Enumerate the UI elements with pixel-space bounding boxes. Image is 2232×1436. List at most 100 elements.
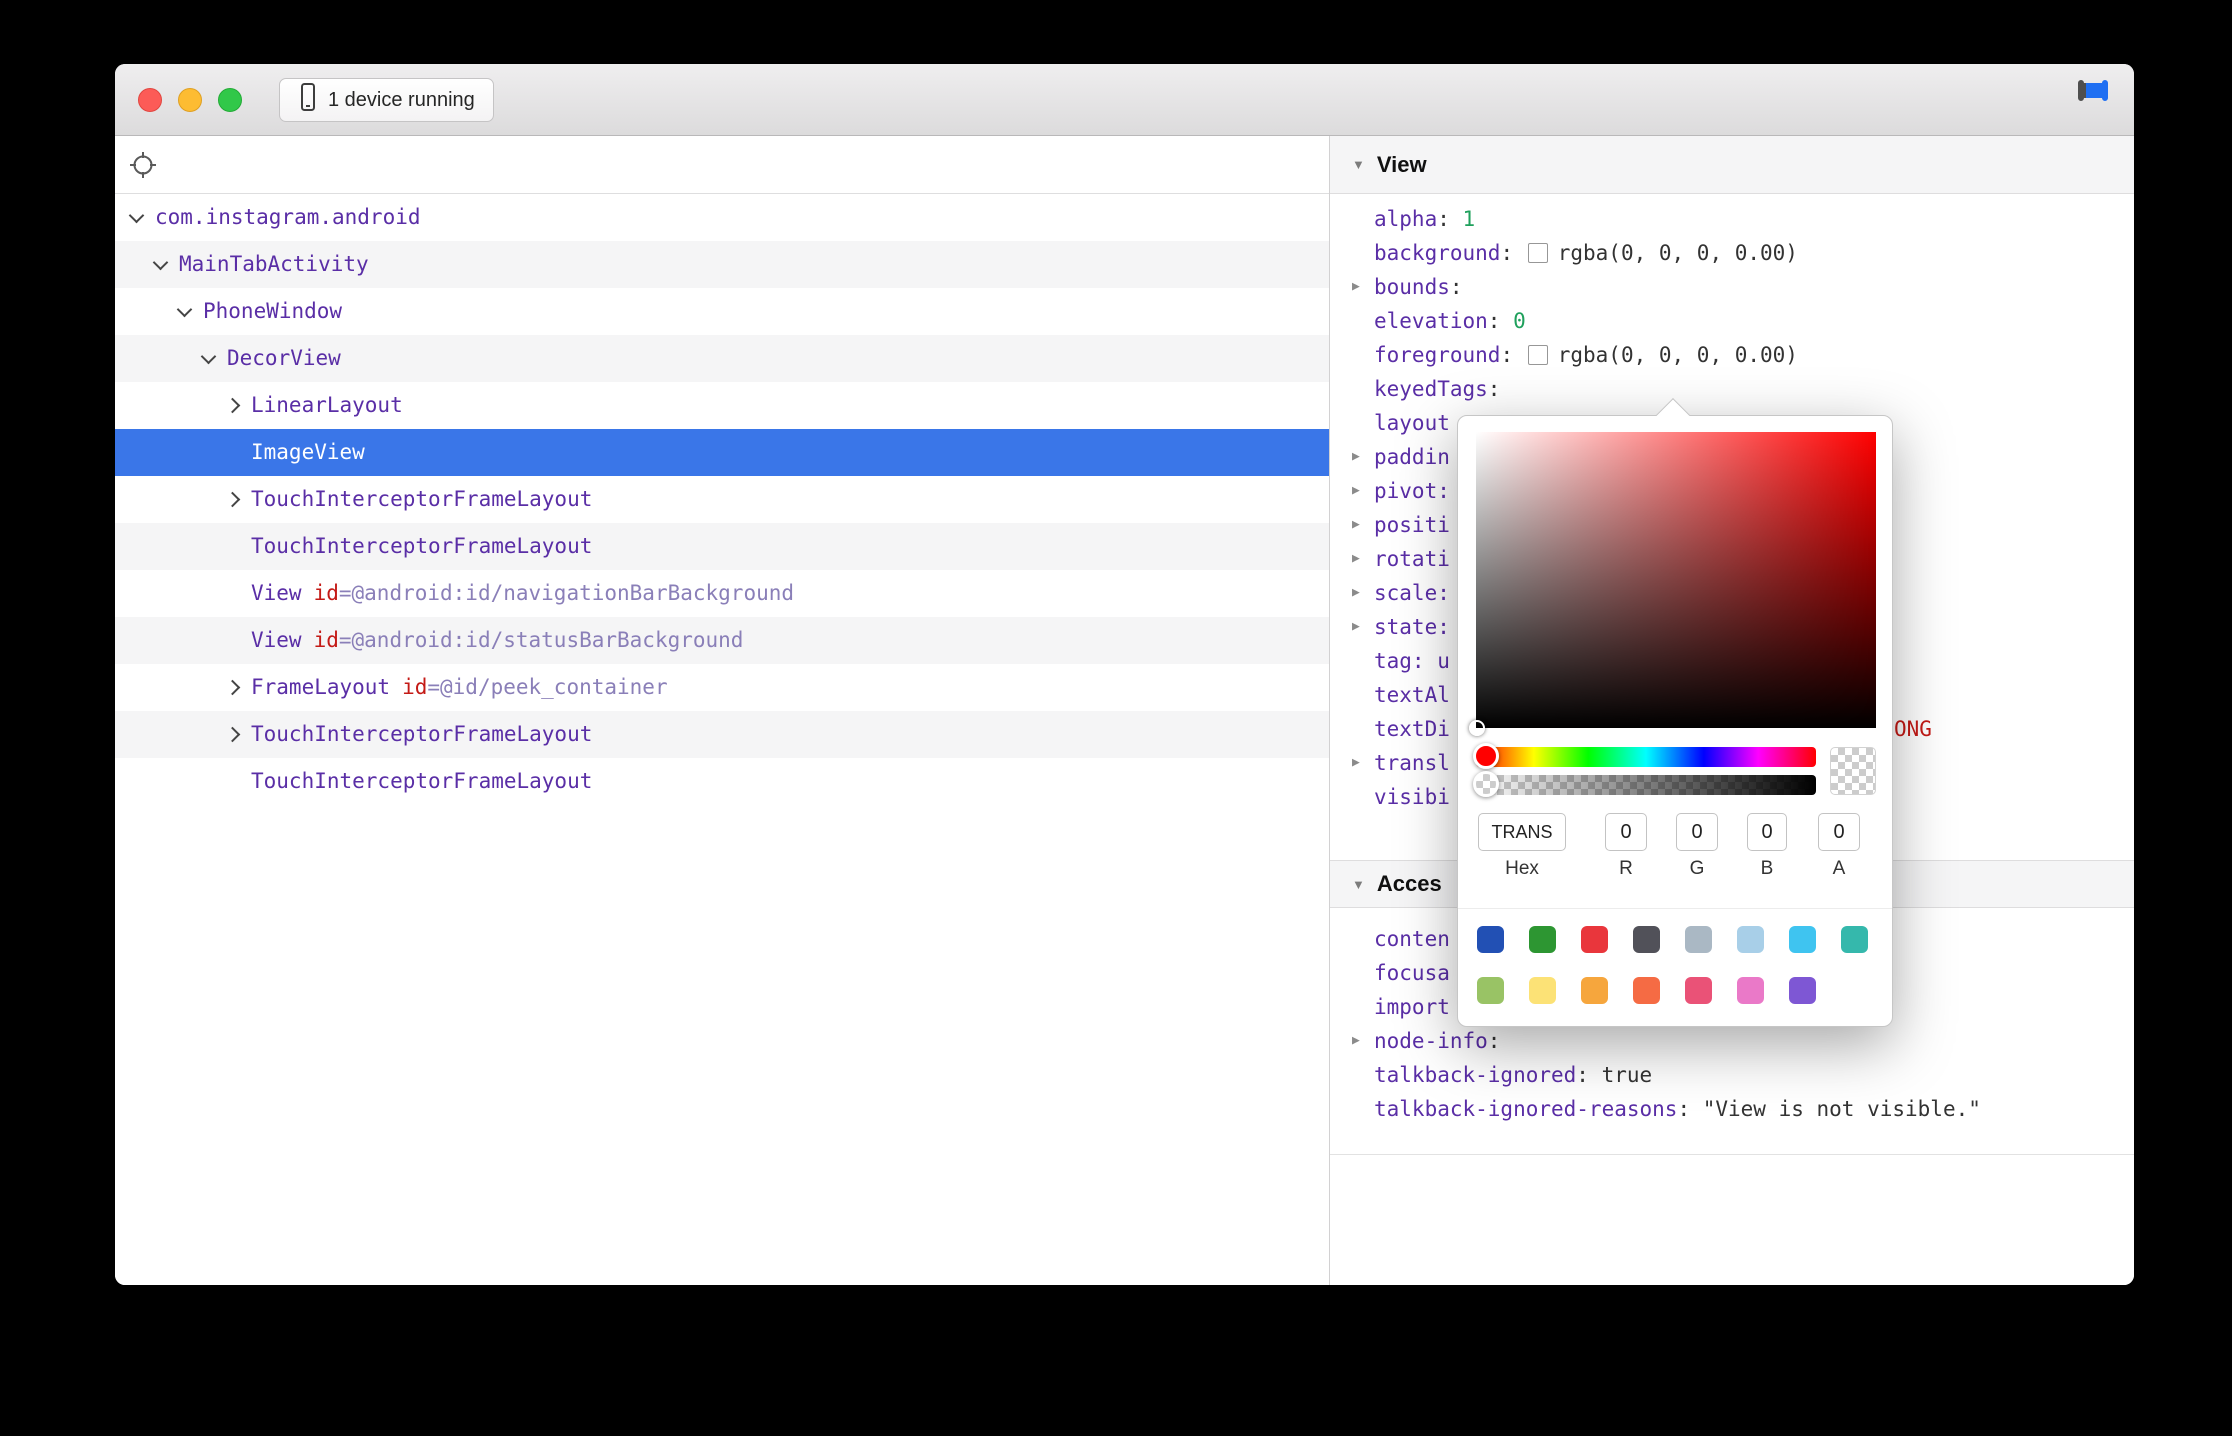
select-element-icon[interactable] xyxy=(129,151,157,184)
color-preset-swatch[interactable] xyxy=(1841,926,1868,953)
color-preset-swatch[interactable] xyxy=(1529,926,1556,953)
tree-row[interactable]: TouchInterceptorFrameLayout xyxy=(115,758,1329,805)
tree-node-class: View xyxy=(251,581,302,605)
tree-row[interactable]: Viewid=@android:id/statusBarBackground xyxy=(115,617,1329,664)
expand-icon[interactable]: ▶ xyxy=(1352,542,1360,576)
tree-node-class: TouchInterceptorFrameLayout xyxy=(251,487,592,511)
green-label: G xyxy=(1676,858,1718,880)
alpha-label: A xyxy=(1818,858,1860,880)
section-header-view[interactable]: ▼ View xyxy=(1330,136,2134,194)
close-button[interactable] xyxy=(138,88,162,112)
toggle-left-panel-button[interactable] xyxy=(2078,83,2084,98)
color-picker-popover: Hex R G B A xyxy=(1457,415,1893,1027)
color-preset-swatch[interactable] xyxy=(1529,977,1556,1004)
color-preset-swatch[interactable] xyxy=(1581,926,1608,953)
minimize-button[interactable] xyxy=(178,88,202,112)
expand-icon[interactable]: ▶ xyxy=(1352,474,1360,508)
expand-icon[interactable]: ▶ xyxy=(1352,270,1360,304)
alpha-slider-handle[interactable] xyxy=(1473,771,1499,797)
tree-row[interactable]: TouchInterceptorFrameLayout xyxy=(115,523,1329,570)
tree-node-id-value: =@android:id/navigationBarBackground xyxy=(339,581,794,605)
blue-field: B xyxy=(1747,813,1787,880)
tree-row[interactable]: com.instagram.android xyxy=(115,194,1329,241)
property-key: bounds xyxy=(1374,275,1450,299)
color-preset-swatch[interactable] xyxy=(1737,926,1764,953)
expand-icon[interactable]: ▶ xyxy=(1352,508,1360,542)
chevron-down-icon[interactable] xyxy=(179,288,203,335)
property-key: paddin xyxy=(1374,445,1450,469)
chevron-down-icon[interactable] xyxy=(155,241,179,288)
chevron-right-icon[interactable] xyxy=(227,711,251,758)
titlebar[interactable]: 1 device running xyxy=(115,64,2134,136)
tree-node-id-value: =@id/peek_container xyxy=(427,675,667,699)
alpha-slider[interactable] xyxy=(1476,775,1816,795)
section-collapse-icon: ▼ xyxy=(1352,877,1365,892)
hue-slider-handle[interactable] xyxy=(1473,743,1499,769)
tree-row[interactable]: Viewid=@android:id/navigationBarBackgrou… xyxy=(115,570,1329,617)
toggle-right-panel-button[interactable] xyxy=(2102,83,2108,98)
tree-row[interactable]: LinearLayout xyxy=(115,382,1329,429)
color-preset-swatch[interactable] xyxy=(1477,977,1504,1004)
property-value: 0 xyxy=(1513,309,1526,333)
zoom-button[interactable] xyxy=(218,88,242,112)
expand-icon[interactable]: ▶ xyxy=(1352,746,1360,780)
alpha-input[interactable] xyxy=(1818,813,1860,851)
tree-node-id-value: =@android:id/statusBarBackground xyxy=(339,628,744,652)
expand-icon[interactable]: ▶ xyxy=(1352,576,1360,610)
color-swatch[interactable] xyxy=(1528,345,1548,365)
color-preview xyxy=(1830,747,1876,795)
property-key: textAl xyxy=(1374,683,1450,707)
color-preset-swatch[interactable] xyxy=(1477,926,1504,953)
chevron-right-icon[interactable] xyxy=(227,664,251,711)
property-key: positi xyxy=(1374,513,1450,537)
property-value-fragment: ONG xyxy=(1894,712,1932,746)
chevron-down-icon[interactable] xyxy=(131,194,155,241)
tree-row[interactable]: PhoneWindow xyxy=(115,288,1329,335)
property-key: pivot: xyxy=(1374,479,1450,503)
saturation-value-area[interactable] xyxy=(1476,432,1876,728)
hex-input[interactable] xyxy=(1478,813,1566,851)
chevron-right-icon[interactable] xyxy=(227,476,251,523)
color-preset-swatch[interactable] xyxy=(1633,977,1660,1004)
tree-node-class: View xyxy=(251,628,302,652)
color-preset-swatch[interactable] xyxy=(1685,926,1712,953)
chevron-down-icon[interactable] xyxy=(203,335,227,382)
property-value: rgba(0, 0, 0, 0.00) xyxy=(1558,343,1798,367)
swatch-row-1 xyxy=(1477,926,1868,953)
color-preset-swatch[interactable] xyxy=(1685,977,1712,1004)
desktop-background: { "window": { "device_button": "1 device… xyxy=(0,0,2232,1436)
property-key: state: xyxy=(1374,615,1450,639)
expand-icon[interactable]: ▶ xyxy=(1352,610,1360,644)
property-row: keyedTags: xyxy=(1374,372,2110,406)
expand-icon[interactable]: ▶ xyxy=(1352,1024,1360,1058)
green-input[interactable] xyxy=(1676,813,1718,851)
hue-slider[interactable] xyxy=(1476,747,1816,767)
tree-row[interactable]: MainTabActivity xyxy=(115,241,1329,288)
property-key: background xyxy=(1374,241,1500,265)
color-preset-swatch[interactable] xyxy=(1581,977,1608,1004)
tree-row[interactable]: ImageView xyxy=(115,429,1329,476)
color-preset-swatch[interactable] xyxy=(1789,926,1816,953)
color-preset-swatch[interactable] xyxy=(1633,926,1660,953)
chevron-right-icon[interactable] xyxy=(227,382,251,429)
tree-row[interactable]: TouchInterceptorFrameLayout xyxy=(115,711,1329,758)
tree-row[interactable]: FrameLayoutid=@id/peek_container xyxy=(115,664,1329,711)
hex-field: Hex xyxy=(1478,813,1566,880)
alpha-track xyxy=(1476,775,1816,795)
device-selector-button[interactable]: 1 device running xyxy=(279,78,494,122)
color-cursor[interactable] xyxy=(1469,720,1485,736)
blue-input[interactable] xyxy=(1747,813,1787,851)
property-row: talkback-ignored: true xyxy=(1374,1058,2110,1092)
tree-row[interactable]: TouchInterceptorFrameLayout xyxy=(115,476,1329,523)
color-preset-swatch[interactable] xyxy=(1737,977,1764,1004)
property-key: import xyxy=(1374,995,1450,1019)
property-key: scale: xyxy=(1374,581,1450,605)
tree-row[interactable]: DecorView xyxy=(115,335,1329,382)
color-preset-swatch[interactable] xyxy=(1789,977,1816,1004)
tree-node-class: LinearLayout xyxy=(251,393,403,417)
red-input[interactable] xyxy=(1605,813,1647,851)
expand-icon[interactable]: ▶ xyxy=(1352,440,1360,474)
property-colon: : xyxy=(1488,377,1513,401)
green-field: G xyxy=(1676,813,1718,880)
color-swatch[interactable] xyxy=(1528,243,1548,263)
